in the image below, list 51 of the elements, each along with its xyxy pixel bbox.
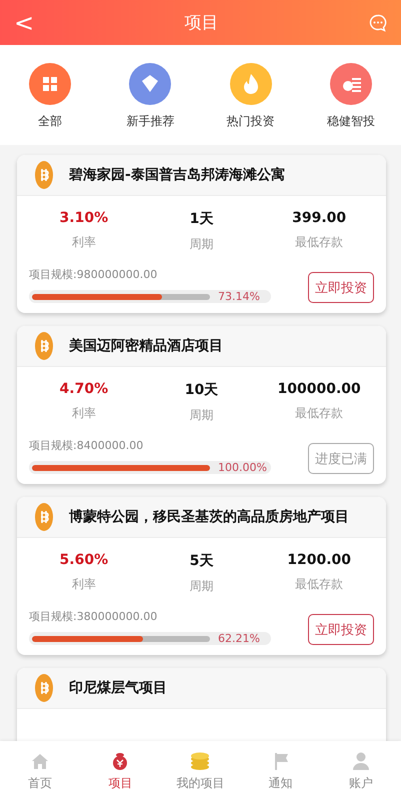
coin-icon	[35, 674, 53, 702]
period-label: 周期	[189, 236, 214, 253]
project-title: 博蒙特公园，移民圣基茨的高品质房地产项目	[69, 508, 349, 526]
progress-percent: 100.00%	[218, 461, 267, 474]
rate-value: 5.60%	[60, 552, 108, 568]
invest-button[interactable]: 立即投资	[308, 614, 374, 645]
period-value: 5天	[190, 552, 214, 570]
project-title: 碧海家园-泰国普吉岛邦涛海滩公寓	[69, 166, 285, 184]
coins-icon	[189, 750, 212, 772]
grid-category-icon	[29, 63, 72, 105]
min-deposit-value: 100000.00	[278, 381, 361, 397]
coin-icon	[35, 332, 53, 360]
page-title: 项目	[184, 12, 219, 34]
project-scale: 项目规模:8400000.00	[29, 438, 144, 453]
rate-label: 利率	[72, 405, 96, 422]
project-scale: 项目规模:980000000.00	[29, 267, 158, 282]
period-label: 周期	[189, 407, 214, 424]
min-deposit-value: 1200.00	[287, 552, 352, 568]
project-title: 美国迈阿密精品酒店项目	[69, 337, 223, 355]
period-label: 周期	[189, 578, 214, 595]
coin-icon	[35, 503, 53, 531]
coins-category-icon	[330, 63, 372, 105]
category-button[interactable]: 热门投资	[200, 63, 301, 145]
project-title: 印尼煤层气项目	[69, 679, 167, 697]
rate-value: 3.10%	[60, 210, 108, 226]
category-button[interactable]: 全部	[0, 63, 100, 145]
rate-value: 4.70%	[60, 381, 108, 397]
chat-icon[interactable]	[368, 14, 387, 32]
tab-item[interactable]: 通知	[240, 741, 321, 801]
progress-percent: 73.14%	[218, 290, 260, 303]
min-deposit-value: 399.00	[292, 210, 346, 226]
category-button[interactable]: 稳健智投	[300, 63, 401, 145]
category-button[interactable]: 新手推荐	[100, 63, 200, 145]
rate-label: 利率	[72, 234, 96, 251]
tab-item[interactable]: 首页	[0, 741, 80, 801]
rate-label: 利率	[72, 576, 96, 593]
tab-item[interactable]: 我的项目	[160, 741, 241, 801]
coin-icon	[35, 161, 53, 189]
min-deposit-label: 最低存款	[295, 234, 344, 251]
tab-item[interactable]: 项目	[80, 741, 160, 801]
flame-category-icon	[230, 63, 272, 105]
back-button[interactable]: <	[14, 10, 34, 34]
project-scale: 项目规模:380000000.00	[29, 609, 158, 624]
period-value: 1天	[190, 210, 214, 228]
period-value: 10天	[184, 381, 218, 399]
min-deposit-label: 最低存款	[295, 405, 344, 422]
progress-percent: 62.21%	[218, 632, 260, 645]
tab-item[interactable]: 账户	[320, 741, 401, 801]
min-deposit-label: 最低存款	[295, 576, 344, 593]
invest-button[interactable]: 立即投资	[308, 272, 374, 303]
diamond-category-icon	[129, 63, 172, 105]
